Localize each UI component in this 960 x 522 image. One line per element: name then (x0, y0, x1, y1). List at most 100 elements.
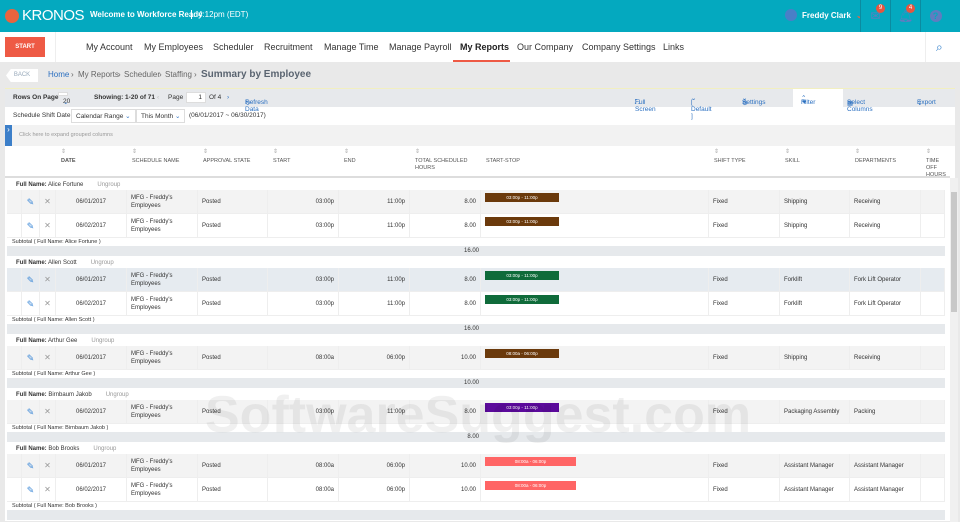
table-cell: 06/01/2017 (56, 268, 127, 292)
next-page-button[interactable]: › (227, 94, 229, 101)
nav-item-our-company[interactable]: Our Company (517, 42, 573, 52)
notifications-button[interactable]: 🔔︎ 4 (890, 0, 920, 32)
logo-text: KRONOS (22, 7, 85, 24)
nav-item-recruitment[interactable]: Recruitment (264, 42, 313, 52)
prev-page-button[interactable]: ‹ (157, 94, 159, 101)
breadcrumb-staffing[interactable]: Staffing (165, 70, 192, 79)
sort-icon[interactable]: ⇕ (926, 149, 931, 156)
edit-icon[interactable]: ✎ (27, 408, 35, 417)
breadcrumb-home[interactable]: Home (48, 70, 69, 79)
nav-item-scheduler[interactable]: Scheduler (213, 42, 254, 52)
sort-icon[interactable]: ⇕ (273, 149, 278, 156)
delete-icon[interactable]: ✕ (44, 408, 51, 416)
group-label: Full Name: (16, 260, 47, 266)
page-input[interactable]: 1 (186, 92, 206, 103)
breadcrumb-scheduler[interactable]: Scheduler (124, 70, 160, 79)
shift-bar[interactable]: 08:00a - 06:00p (485, 457, 576, 466)
sort-icon[interactable]: ⇕ (785, 149, 790, 156)
kronos-logo[interactable]: KRONOS (5, 7, 85, 24)
sort-icon[interactable]: ⇕ (714, 149, 719, 156)
sort-icon[interactable]: ⇕ (855, 149, 860, 156)
sort-icon[interactable]: ⇕ (415, 149, 420, 156)
nav-item-links[interactable]: Links (663, 42, 684, 52)
delete-icon[interactable]: ✕ (44, 354, 51, 362)
sort-icon[interactable]: ⇕ (132, 149, 137, 156)
shift-bar[interactable]: 03:00p - 11:00p (485, 271, 559, 280)
delete-icon[interactable]: ✕ (44, 198, 51, 206)
expand-grouped-columns[interactable]: › Click here to expand grouped columns (5, 125, 955, 146)
nav-item-my-account[interactable]: My Account (86, 42, 133, 52)
view-select[interactable]: [ Default ] ⌄ (691, 94, 712, 120)
edit-icon[interactable]: ✎ (27, 300, 35, 309)
period-select[interactable]: This Month ⌄ (136, 109, 186, 123)
vertical-scrollbar[interactable] (950, 178, 958, 522)
edit-icon[interactable]: ✎ (27, 222, 35, 231)
expand-toggle-icon[interactable]: › (5, 125, 12, 146)
start-cell: 03:00p (315, 301, 334, 307)
column-header[interactable]: ⇕ Shift Type (714, 149, 780, 165)
calendar-range-select[interactable]: Calendar Range ⌄ (71, 109, 136, 123)
shift-bar[interactable]: 03:00p - 11:00p (485, 403, 559, 412)
mail-button[interactable]: ✉ 9 (860, 0, 890, 32)
shift-bar[interactable]: 03:00p - 11:00p (485, 193, 559, 202)
shift-bar[interactable]: 03:00p - 11:00p (485, 217, 559, 226)
settings-button[interactable]: ⚙ Settings ⌄ (742, 94, 766, 107)
edit-icon[interactable]: ✎ (27, 486, 35, 495)
back-button[interactable]: BACK (6, 69, 38, 82)
column-header[interactable]: ⇕ Start (273, 149, 339, 165)
delete-icon[interactable]: ✕ (44, 300, 51, 308)
nav-item-my-reports[interactable]: My Reports (460, 42, 509, 52)
table-cell: Fixed (709, 268, 780, 292)
sort-icon[interactable]: ⇕ (61, 149, 66, 156)
ungroup-link[interactable]: Ungroup (97, 182, 120, 188)
ungroup-link[interactable]: Ungroup (91, 260, 114, 266)
clock-text: 4:12pm (EDT) (191, 10, 248, 19)
column-header[interactable]: ⇕ Skill (785, 149, 850, 165)
column-header[interactable]: ⇕ End (344, 149, 410, 165)
delete-icon[interactable]: ✕ (44, 276, 51, 284)
table-cell: 03:00p (268, 400, 339, 424)
delete-icon[interactable]: ✕ (44, 462, 51, 470)
table-cell: 03:00p (268, 214, 339, 238)
column-header[interactable]: ⇕ Schedule Name (132, 149, 198, 165)
nav-item-manage-time[interactable]: Manage Time (324, 42, 379, 52)
column-header[interactable]: ⇕ Approval State (203, 149, 268, 165)
rows-on-page-select[interactable]: 20 ⌄ (58, 92, 70, 106)
table-cell: 06/01/2017 (56, 346, 127, 370)
column-header[interactable]: ⇕ Total Scheduled Hours (415, 149, 481, 172)
help-button[interactable]: ? (920, 0, 950, 32)
breadcrumb-my-reports[interactable]: My Reports (78, 70, 119, 79)
start-button[interactable]: START (5, 37, 45, 57)
scrollbar-thumb[interactable] (951, 192, 957, 312)
filter-button[interactable]: ▼ Filter ⌃ (801, 94, 815, 106)
ungroup-link[interactable]: Ungroup (106, 392, 129, 398)
delete-icon[interactable]: ✕ (44, 222, 51, 230)
nav-item-my-employees[interactable]: My Employees (144, 42, 203, 52)
edit-icon[interactable]: ✎ (27, 462, 35, 471)
nav-item-manage-payroll[interactable]: Manage Payroll (389, 42, 452, 52)
edit-icon[interactable]: ✎ (27, 354, 35, 363)
skill-cell: Shipping (784, 199, 808, 205)
mail-badge: 9 (876, 4, 885, 13)
hours-cell: 8.00 (464, 223, 476, 229)
sort-icon[interactable]: ⇕ (203, 149, 208, 156)
column-header[interactable]: ⇕ Time Off Hours (926, 149, 946, 179)
delete-icon[interactable]: ✕ (44, 486, 51, 494)
column-header[interactable]: ⇕ Date (61, 149, 127, 165)
filter-row: Schedule Shift Date: Calendar Range ⌄ Th… (5, 107, 955, 124)
ungroup-link[interactable]: Ungroup (93, 446, 116, 452)
column-header[interactable]: ⇕ Departments (855, 149, 921, 165)
user-menu[interactable]: Freddy Clark ⌄ (785, 9, 863, 21)
column-header[interactable]: Start-Stop (486, 158, 709, 165)
shift-bar[interactable]: 08:00a - 06:00p (485, 481, 576, 490)
rows-on-page-label: Rows On Page (13, 94, 59, 101)
group-name: Bob Brooks (48, 446, 80, 452)
search-icon[interactable]: ⌕ (936, 40, 943, 55)
ungroup-link[interactable]: Ungroup (91, 338, 114, 344)
edit-icon[interactable]: ✎ (27, 198, 35, 207)
edit-icon[interactable]: ✎ (27, 276, 35, 285)
sort-icon[interactable]: ⇕ (344, 149, 349, 156)
shift-bar[interactable]: 03:00p - 11:00p (485, 295, 559, 304)
nav-item-company-settings[interactable]: Company Settings (582, 42, 656, 52)
shift-bar[interactable]: 08:00a - 06:00p (485, 349, 559, 358)
